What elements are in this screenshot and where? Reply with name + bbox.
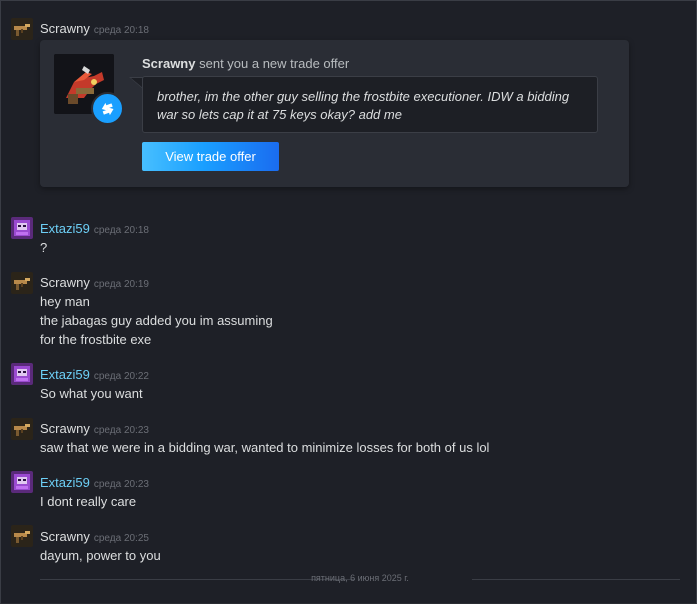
- message-text: hey man: [40, 294, 90, 309]
- author-name[interactable]: Scrawny: [40, 275, 90, 290]
- avatar-extazi[interactable]: [11, 363, 33, 385]
- trade-arrows-icon: [91, 92, 124, 125]
- message-text: the jabagas guy added you im assuming: [40, 313, 273, 328]
- gun-avatar: [11, 18, 33, 40]
- author-name[interactable]: Extazi59: [40, 475, 90, 490]
- purple-helmet-avatar: [11, 217, 33, 239]
- message-header: Scrawny среда 20:19: [40, 275, 149, 290]
- gun-avatar: [11, 525, 33, 547]
- avatar-extazi[interactable]: [11, 217, 33, 239]
- timestamp: среда 20:19: [93, 279, 149, 290]
- trade-offer-title: Scrawny sent you a new trade offer: [142, 56, 349, 71]
- message-header: Scrawny среда 20:23: [40, 421, 149, 436]
- gun-avatar: [11, 272, 33, 294]
- timestamp: среда 20:22: [93, 371, 149, 382]
- timestamp: среда 20:25: [93, 533, 149, 544]
- author-name[interactable]: Scrawny: [40, 21, 90, 36]
- message-text: for the frostbite exe: [40, 332, 152, 347]
- message-text: So what you want: [40, 386, 143, 401]
- message-text: saw that we were in a bidding war, wante…: [40, 440, 490, 455]
- date-divider-label: пятница, 6 июня 2025 г.: [311, 573, 409, 583]
- message-text: I dont really care: [40, 494, 137, 509]
- date-divider: пятница, 6 июня 2025 г.: [40, 572, 680, 586]
- author-name[interactable]: Scrawny: [40, 529, 90, 544]
- timestamp: среда 20:23: [93, 425, 149, 436]
- avatar-scrawny[interactable]: [11, 272, 33, 294]
- message-header: Extazi59 среда 20:23: [40, 475, 149, 490]
- trade-offer-message: brother, im the other guy selling the fr…: [142, 76, 598, 133]
- message-header: Scrawny среда 20:18: [40, 21, 149, 36]
- message-text: ?: [40, 240, 48, 255]
- timestamp: среда 20:18: [93, 25, 149, 36]
- view-trade-offer-button[interactable]: View trade offer: [142, 142, 279, 171]
- avatar-scrawny[interactable]: [11, 525, 33, 547]
- message-header: Extazi59 среда 20:18: [40, 221, 149, 236]
- author-name[interactable]: Scrawny: [40, 421, 90, 436]
- avatar-scrawny[interactable]: [11, 418, 33, 440]
- purple-helmet-avatar: [11, 471, 33, 493]
- author-name[interactable]: Extazi59: [40, 221, 90, 236]
- avatar-scrawny[interactable]: [11, 18, 33, 40]
- trade-sender-name[interactable]: Scrawny: [142, 56, 195, 71]
- trade-title-text: sent you a new trade offer: [199, 56, 350, 71]
- timestamp: среда 20:23: [93, 479, 149, 490]
- timestamp: среда 20:18: [93, 225, 149, 236]
- gun-avatar: [11, 418, 33, 440]
- avatar-extazi[interactable]: [11, 471, 33, 493]
- purple-helmet-avatar: [11, 363, 33, 385]
- message-text: dayum, power to you: [40, 548, 161, 563]
- trade-offer-card: Scrawny sent you a new trade offer broth…: [40, 40, 629, 187]
- author-name[interactable]: Extazi59: [40, 367, 90, 382]
- message-header: Scrawny среда 20:25: [40, 529, 149, 544]
- message-header: Extazi59 среда 20:22: [40, 367, 149, 382]
